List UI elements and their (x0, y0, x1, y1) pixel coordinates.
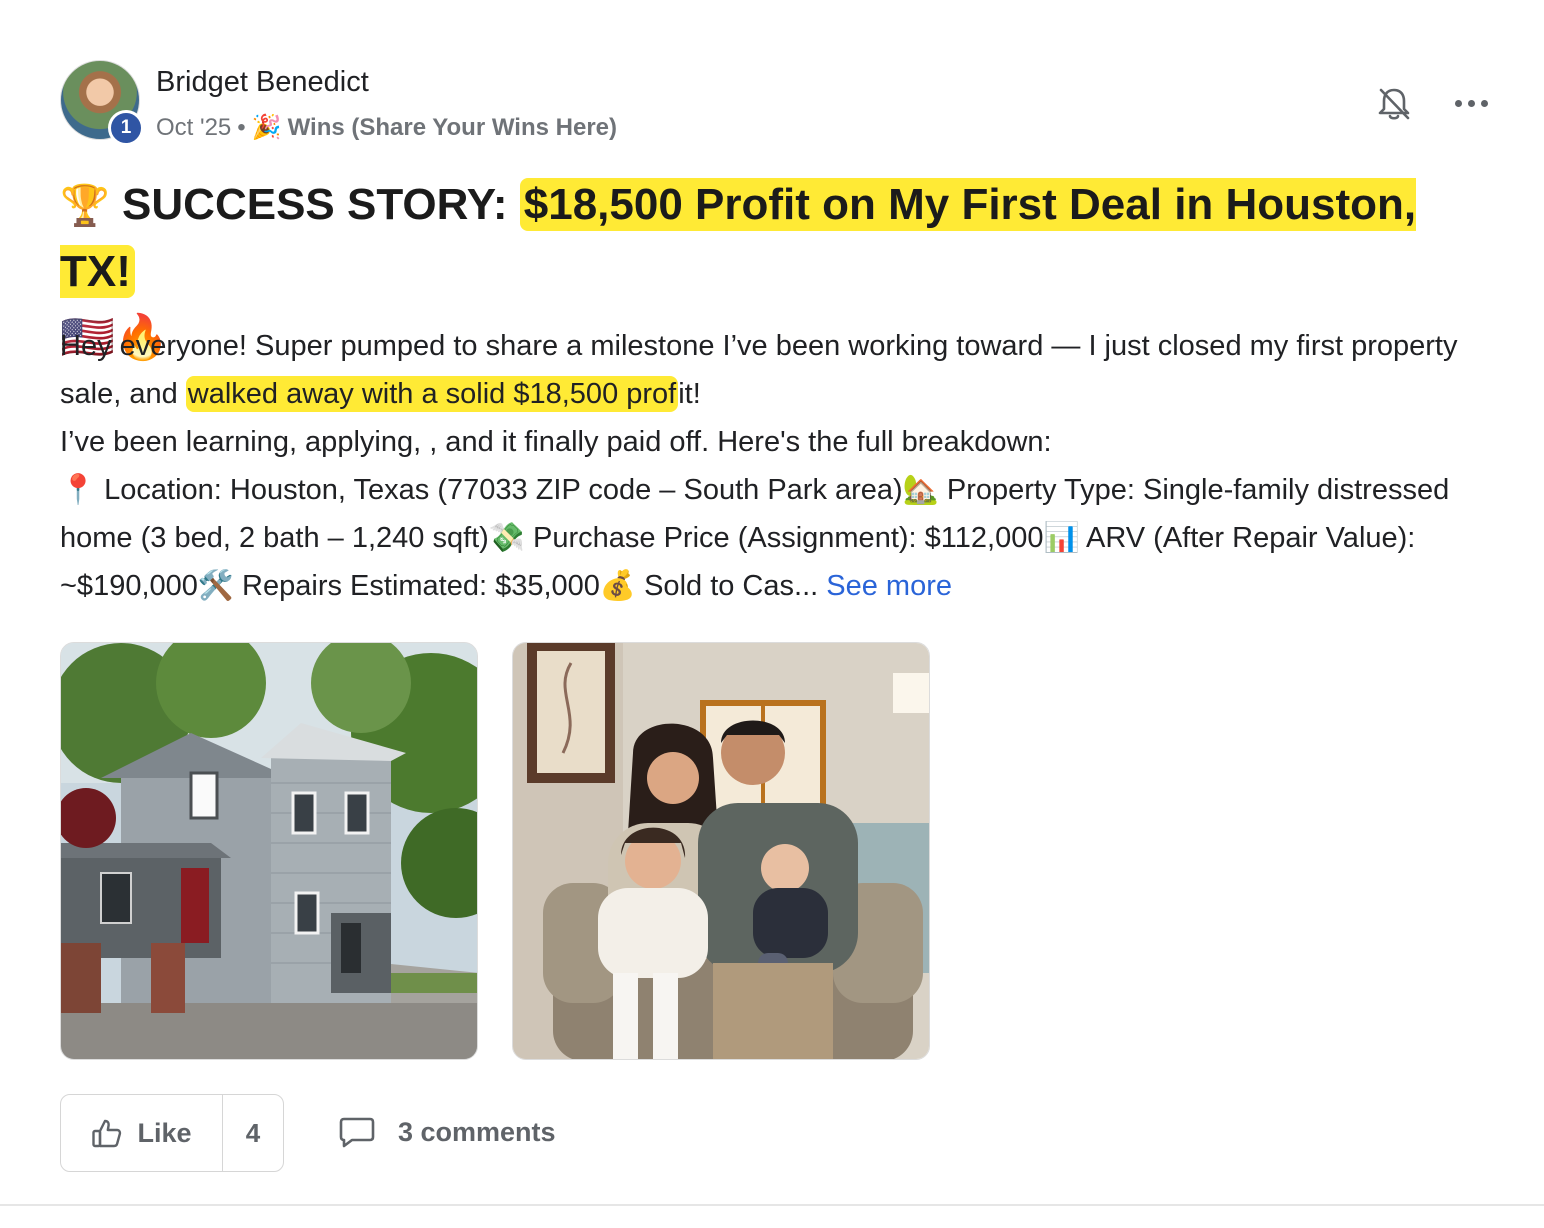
house-photo[interactable] (60, 642, 478, 1060)
see-more-link[interactable]: See more (826, 570, 952, 602)
comment-icon (339, 1117, 375, 1148)
more-options-icon[interactable] (1455, 88, 1495, 118)
title-prefix: SUCCESS STORY: (122, 180, 520, 229)
category-emoji: 🎉 (251, 114, 282, 141)
post-date[interactable]: Oct '25 (156, 114, 231, 142)
notification-bell-icon[interactable] (1374, 84, 1414, 124)
author-name[interactable]: Bridget Benedict (156, 66, 369, 99)
like-label: Like (137, 1117, 192, 1148)
like-count[interactable]: 4 (223, 1095, 283, 1171)
comments-label: 3 comments (398, 1116, 556, 1147)
divider (0, 1204, 1544, 1206)
body-text-end: it! (678, 378, 701, 410)
body-highlight: walked away with a solid $18,500 prof (185, 376, 679, 412)
body-paragraph-2: I’ve been learning, applying, , and it f… (60, 426, 1052, 458)
trophy-emoji: 🏆 (60, 184, 110, 228)
post-category[interactable]: Wins (Share Your Wins Here) (288, 114, 617, 142)
meta-separator: • (237, 113, 246, 141)
body-paragraph-1: Hey everyone! Super pumped to share a mi… (60, 322, 1500, 418)
body-breakdown: 📍 Location: Houston, Texas (77033 ZIP co… (60, 474, 1450, 602)
body-paragraph-3: 📍 Location: Houston, Texas (77033 ZIP co… (60, 466, 1500, 610)
comments-button[interactable]: 3 comments (338, 1110, 556, 1154)
post-body: Hey everyone! Super pumped to share a mi… (60, 322, 1500, 610)
family-photo[interactable] (512, 642, 930, 1060)
author-avatar[interactable]: 1 (60, 60, 144, 146)
post-meta: Oct '25 • 🎉 Wins (Share Your Wins Here) (156, 113, 617, 142)
thumbs-up-icon (92, 1119, 122, 1148)
level-badge: 1 (108, 110, 144, 146)
like-group: Like 4 (60, 1094, 284, 1172)
like-button[interactable]: Like (61, 1095, 223, 1171)
post-card: 1 Bridget Benedict Oct '25 • 🎉 Wins (Sha… (0, 0, 1544, 1228)
